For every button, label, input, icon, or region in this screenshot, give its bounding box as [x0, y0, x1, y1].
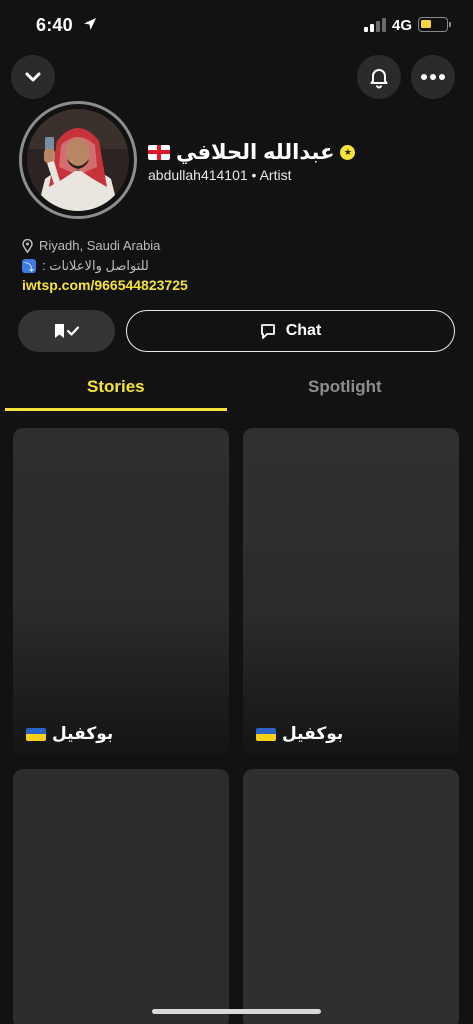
- profile-category: Artist: [259, 167, 292, 183]
- status-bar: 6:40 4G: [0, 0, 473, 50]
- bookmark-check-icon: [54, 324, 79, 338]
- bell-icon: [370, 69, 388, 89]
- story-caption-text: بوكفيل: [52, 724, 114, 743]
- notification-button[interactable]: [357, 55, 401, 99]
- story-card[interactable]: [13, 769, 229, 1024]
- location-text: Riyadh, Saudi Arabia: [39, 238, 161, 253]
- verified-star-icon: ★: [340, 144, 356, 160]
- signal-icon: [364, 18, 386, 32]
- location-arrow-icon: [84, 18, 96, 30]
- ukraine-flag-icon: [256, 727, 276, 741]
- battery-icon: [418, 17, 448, 32]
- chevron-down-icon: [25, 72, 41, 82]
- story-caption: بوكفيل: [26, 724, 113, 744]
- active-tab-indicator: [5, 408, 227, 411]
- georgia-flag-icon: [148, 144, 170, 160]
- tab-spotlight[interactable]: Spotlight: [308, 377, 382, 397]
- subscribe-button[interactable]: [18, 310, 115, 352]
- avatar[interactable]: [19, 101, 137, 219]
- story-caption: بوكفيل: [256, 724, 343, 744]
- network-type: 4G: [392, 17, 413, 34]
- story-card[interactable]: بوكفيل: [243, 428, 459, 756]
- ukraine-flag-icon: [26, 727, 46, 741]
- contact-line: ⤵ للتواصل والاعلانات :: [22, 258, 149, 274]
- chat-button-label: Chat: [285, 322, 322, 339]
- back-button[interactable]: [11, 55, 55, 99]
- chat-icon: [260, 323, 275, 339]
- story-card[interactable]: بوكفيل: [13, 428, 229, 756]
- username: abdullah414101: [148, 167, 248, 183]
- tab-stories[interactable]: Stories: [87, 377, 145, 397]
- down-arrow-icon: ⤵: [22, 259, 36, 274]
- story-caption-text: بوكفيل: [282, 724, 344, 743]
- home-indicator[interactable]: [152, 1009, 321, 1014]
- status-time: 6:40: [36, 15, 73, 35]
- location-line: Riyadh, Saudi Arabia: [22, 238, 160, 253]
- more-button[interactable]: [411, 55, 455, 99]
- chat-button[interactable]: Chat: [126, 310, 455, 352]
- avatar-image: [27, 109, 129, 211]
- display-name: عبدالله الحلافي: [176, 140, 335, 164]
- more-dots-icon: [421, 74, 445, 80]
- profile-link[interactable]: iwtsp.com/966544823725: [22, 277, 188, 293]
- location-pin-icon: [22, 238, 33, 253]
- profile-name-row: عبدالله الحلافي ★: [148, 139, 356, 165]
- profile-subtitle: abdullah414101 • Artist: [148, 167, 291, 183]
- story-card[interactable]: [243, 769, 459, 1024]
- contact-label: للتواصل والاعلانات :: [42, 258, 149, 273]
- subtitle-separator: •: [251, 167, 257, 183]
